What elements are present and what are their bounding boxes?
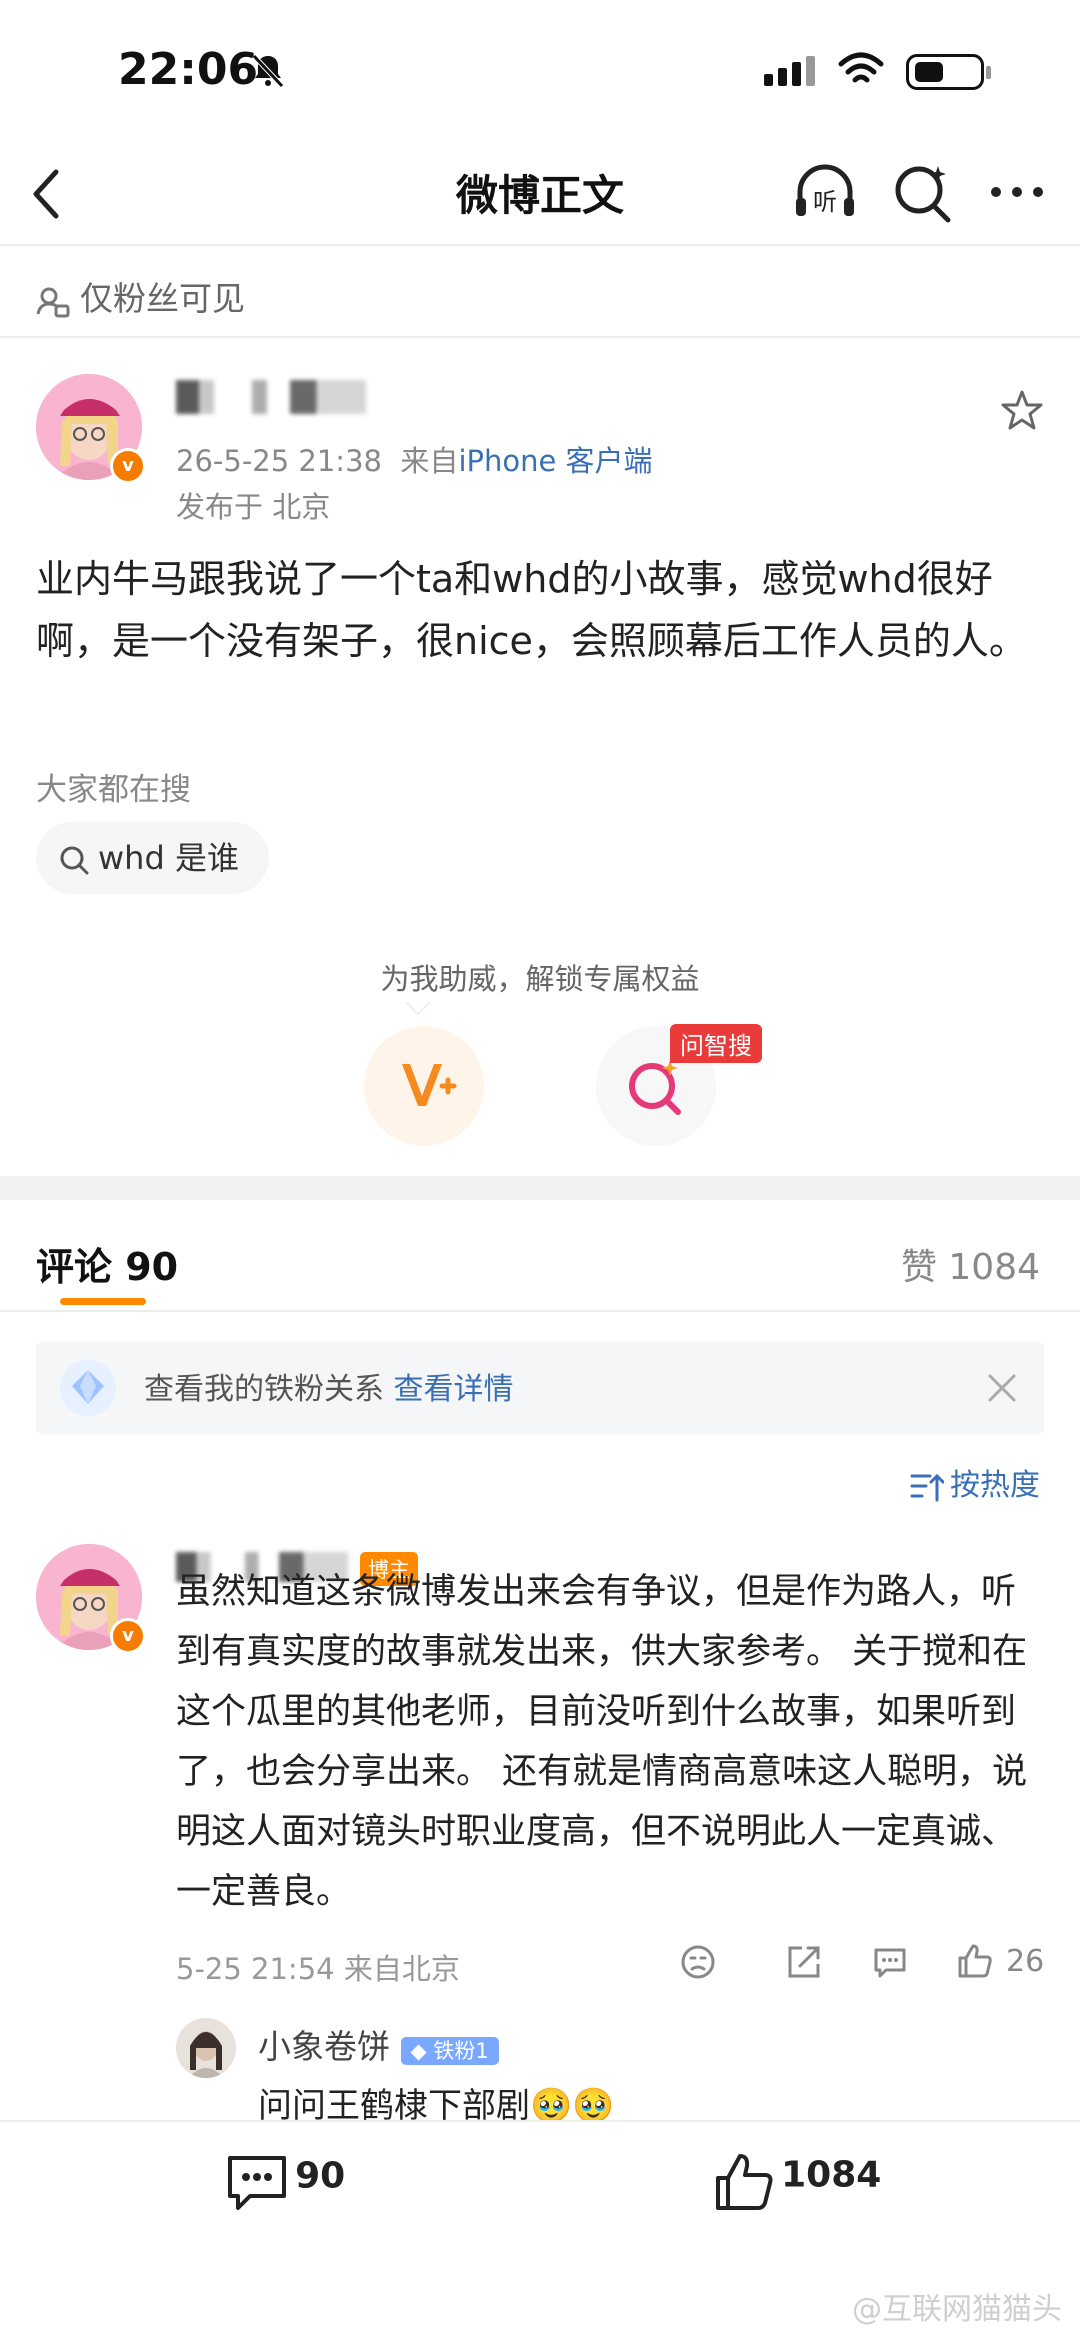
svg-text:听: 听 bbox=[813, 188, 837, 216]
sort-label: 按热度 bbox=[950, 1468, 1040, 1503]
reply-avatar[interactable] bbox=[176, 2018, 236, 2078]
bottom-comment-count: 90 bbox=[295, 2155, 346, 2197]
divider bbox=[0, 244, 1080, 246]
comment-text: 虽然知道这条微博发出来会有争议，但是作为路人，听到有真实度的故事就发出来，供大家… bbox=[176, 1572, 1028, 1912]
star-favorite-icon[interactable] bbox=[1000, 388, 1044, 432]
verified-badge: v bbox=[110, 448, 146, 484]
tab-comments[interactable]: 评论 90 bbox=[36, 1236, 178, 1291]
avatar-photo bbox=[176, 2018, 236, 2078]
visibility-label: 仅粉丝可见 bbox=[36, 272, 245, 320]
reply-author-name: 小象卷饼 bbox=[258, 2027, 390, 2066]
iron-fan-badge-text: 铁粉1 bbox=[433, 2039, 489, 2063]
close-icon[interactable] bbox=[986, 1372, 1018, 1404]
ask-search-tag: 问智搜 bbox=[670, 1024, 762, 1063]
fans-lock-icon bbox=[36, 287, 70, 317]
share-icon[interactable] bbox=[786, 1944, 822, 1980]
search-icon bbox=[60, 846, 89, 875]
promo-text: 为我助威，解锁专属权益 bbox=[380, 962, 700, 996]
post-source[interactable]: iPhone 客户端 bbox=[458, 444, 652, 478]
diamond-icon bbox=[60, 1360, 116, 1416]
post-date: 26-5-25 21:38 bbox=[176, 444, 382, 478]
status-time: 22:06 bbox=[118, 44, 259, 95]
bottom-like-button[interactable]: 1084 bbox=[712, 2150, 881, 2214]
iron-fan-label: 查看我的铁粉关系 bbox=[144, 1372, 384, 1407]
post-location: 发布于 北京 bbox=[176, 490, 331, 524]
bottom-comment-button[interactable]: 90 bbox=[224, 2152, 345, 2214]
thumbs-up-icon bbox=[716, 2154, 773, 2210]
search-chip[interactable]: whd 是谁 bbox=[36, 822, 269, 894]
wifi-icon bbox=[838, 52, 884, 83]
divider bbox=[0, 1310, 1080, 1312]
more-icon[interactable] bbox=[988, 180, 1046, 204]
comment-like-count: 26 bbox=[1006, 1944, 1045, 1979]
signal-icon bbox=[764, 56, 820, 86]
author-name-blurred[interactable] bbox=[176, 380, 366, 414]
search-section-title: 大家都在搜 bbox=[36, 772, 191, 808]
tab-active-indicator bbox=[60, 1298, 146, 1305]
tab-likes[interactable]: 赞 1084 bbox=[901, 1238, 1040, 1290]
reply-author[interactable]: 小象卷饼 ◆ 铁粉1 bbox=[258, 2020, 499, 2068]
comment-icon[interactable] bbox=[872, 1944, 908, 1980]
sort-icon bbox=[910, 1473, 945, 1501]
post-content: 业内牛马跟我说了一个ta和whd的小故事，感觉whd很好啊，是一个没有架子，很n… bbox=[36, 557, 1027, 663]
listen-icon[interactable]: 听 bbox=[792, 160, 858, 226]
comment-bubble-icon bbox=[228, 2156, 286, 2210]
iron-fan-text: 查看我的铁粉关系 查看详情 bbox=[144, 1364, 514, 1408]
divider bbox=[0, 336, 1080, 338]
post-meta: 26-5-25 21:38 来自iPhone 客户端 bbox=[176, 438, 653, 480]
verified-badge: v bbox=[110, 1618, 146, 1654]
vplus-icon bbox=[402, 1064, 457, 1106]
comment-time: 5-25 21:54 来自北京 bbox=[176, 1952, 460, 1986]
watermark: @互联网猫猫头 bbox=[852, 2292, 1062, 2327]
pointer-arrow-icon bbox=[406, 1002, 430, 1016]
bell-muted-icon bbox=[252, 54, 284, 88]
sort-by-hot[interactable]: 按热度 bbox=[910, 1460, 1040, 1504]
bottom-like-count: 1084 bbox=[781, 2154, 882, 2196]
battery-icon bbox=[906, 54, 991, 90]
like-icon[interactable] bbox=[956, 1942, 994, 1980]
post-source-prefix: 来自 bbox=[400, 444, 459, 478]
search-chip-label: whd 是谁 bbox=[98, 839, 239, 877]
ai-search-icon[interactable] bbox=[892, 162, 954, 224]
support-button[interactable] bbox=[364, 1026, 484, 1146]
iron-fan-badge: ◆ 铁粉1 bbox=[400, 2037, 499, 2065]
section-separator bbox=[0, 1176, 1080, 1200]
iron-fan-details-link[interactable]: 查看详情 bbox=[394, 1372, 514, 1407]
iron-fan-banner[interactable]: 查看我的铁粉关系 查看详情 bbox=[36, 1342, 1044, 1434]
emoji-reaction-icon[interactable] bbox=[680, 1944, 716, 1980]
visibility-text: 仅粉丝可见 bbox=[80, 279, 245, 318]
